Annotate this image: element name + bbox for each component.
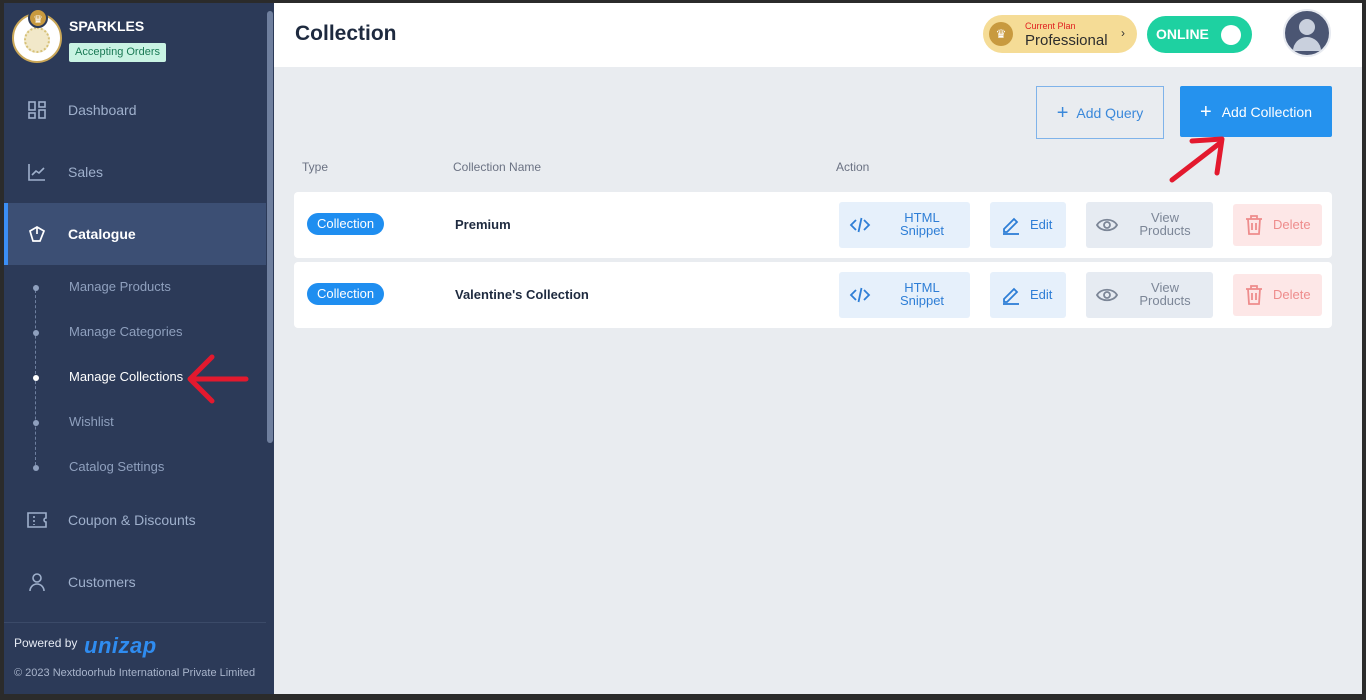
pencil-icon	[1003, 287, 1019, 305]
crown-icon: ♛	[28, 8, 48, 28]
unizap-logo: unizap	[84, 633, 157, 658]
edit-label: Edit	[1030, 287, 1053, 302]
trash-icon	[1246, 285, 1262, 305]
type-badge: Collection	[307, 213, 385, 235]
code-icon	[849, 287, 871, 303]
annotation-arrow-left-icon	[187, 354, 249, 404]
add-query-button[interactable]: + Add Query	[1036, 86, 1164, 139]
table-row: Collection Premium HTML Snippet Edit View…	[294, 192, 1332, 258]
type-badge: Collection	[307, 283, 385, 305]
avatar[interactable]	[1283, 9, 1331, 57]
store-name: SPARKLES	[69, 18, 145, 34]
copyright-text: © 2023 Nextdoorhub International Private…	[14, 667, 256, 679]
edit-label: Edit	[1030, 217, 1053, 232]
edit-button[interactable]: Edit	[990, 202, 1066, 248]
sidebar-item-label: Customers	[68, 574, 136, 590]
plan-caption: Current Plan	[1025, 21, 1076, 31]
sidebar-divider	[4, 622, 266, 623]
accepting-orders-badge[interactable]: Accepting Orders	[69, 43, 166, 62]
submenu-manage-products[interactable]: Manage Products	[69, 279, 171, 294]
tag-icon	[27, 224, 47, 244]
submenu-dot	[33, 420, 39, 426]
eye-icon	[1096, 218, 1118, 232]
column-header-collection-name: Collection Name	[453, 160, 542, 174]
view-products-button[interactable]: View Products	[1086, 272, 1213, 318]
html-snippet-label: HTML Snippet	[899, 210, 945, 238]
top-header: Collection ♛ Current Plan Professional ›…	[274, 3, 1362, 67]
eye-icon	[1096, 288, 1118, 302]
crown-icon: ♛	[989, 22, 1013, 46]
sidebar-item-coupons[interactable]: Coupon & Discounts	[4, 489, 266, 551]
table-row: Collection Valentine's Collection HTML Sn…	[294, 262, 1332, 328]
view-products-label: View Products	[1139, 280, 1191, 308]
delete-label: Delete	[1273, 217, 1311, 232]
submenu-dot	[33, 330, 39, 336]
page-title: Collection	[295, 22, 397, 45]
submenu-manage-collections[interactable]: Manage Collections	[69, 369, 183, 384]
ticket-icon	[27, 510, 47, 530]
sidebar-item-label: Dashboard	[68, 102, 137, 118]
edit-button[interactable]: Edit	[990, 272, 1066, 318]
delete-button[interactable]: Delete	[1233, 204, 1322, 246]
submenu-manage-categories[interactable]: Manage Categories	[69, 324, 182, 339]
user-icon	[27, 572, 47, 592]
delete-button[interactable]: Delete	[1233, 274, 1322, 316]
sidebar-scrollbar[interactable]	[266, 3, 274, 694]
code-icon	[849, 217, 871, 233]
online-label: ONLINE	[1156, 26, 1209, 42]
submenu-dot	[33, 285, 39, 291]
sidebar-item-catalogue[interactable]: Catalogue	[4, 203, 266, 265]
add-query-label: Add Query	[1076, 104, 1144, 121]
add-collection-label: Add Collection	[1221, 103, 1312, 120]
html-snippet-button[interactable]: HTML Snippet	[839, 202, 970, 248]
sidebar-item-customers[interactable]: Customers	[4, 551, 266, 613]
column-header-type: Type	[302, 160, 329, 174]
plan-name: Professional	[1025, 32, 1108, 49]
chevron-right-icon: ›	[1121, 26, 1125, 40]
collection-name: Premium	[455, 217, 511, 232]
sidebar-item-label: Coupon & Discounts	[68, 512, 196, 528]
sidebar-item-label: Sales	[68, 164, 104, 180]
html-snippet-button[interactable]: HTML Snippet	[839, 272, 970, 318]
sidebar-item-sales[interactable]: Sales	[4, 141, 266, 203]
plus-icon: +	[1200, 100, 1212, 123]
submenu-dot-active	[33, 375, 39, 381]
toggle-knob	[1221, 25, 1241, 45]
online-toggle[interactable]: ONLINE	[1147, 16, 1252, 53]
sidebar-item-label: Catalogue	[68, 226, 136, 242]
sidebar-item-dashboard[interactable]: Dashboard	[4, 79, 266, 141]
collection-name: Valentine's Collection	[455, 287, 589, 302]
view-products-label: View Products	[1139, 210, 1191, 238]
dashboard-icon	[27, 100, 47, 120]
logo-emblem	[24, 27, 50, 53]
powered-by-label: Powered by	[14, 636, 78, 650]
submenu-dot	[33, 465, 39, 471]
trash-icon	[1246, 215, 1262, 235]
submenu-wishlist[interactable]: Wishlist	[69, 414, 114, 429]
brand-block: ♛ SPARKLES Accepting Orders	[4, 3, 266, 85]
annotation-arrow-up-right-icon	[1169, 136, 1225, 183]
plus-icon: +	[1056, 101, 1069, 124]
pencil-icon	[1003, 217, 1019, 235]
current-plan-button[interactable]: ♛ Current Plan Professional ›	[983, 15, 1137, 53]
html-snippet-label: HTML Snippet	[899, 280, 945, 308]
app-frame: ♛ SPARKLES Accepting Orders Dashboard Sa…	[4, 3, 1362, 694]
chart-line-icon	[27, 162, 47, 182]
delete-label: Delete	[1273, 287, 1311, 302]
view-products-button[interactable]: View Products	[1086, 202, 1213, 248]
column-header-action: Action	[836, 160, 870, 174]
add-collection-button[interactable]: + Add Collection	[1180, 86, 1332, 137]
scrollbar-thumb[interactable]	[267, 11, 273, 443]
submenu-catalog-settings[interactable]: Catalog Settings	[69, 459, 164, 474]
